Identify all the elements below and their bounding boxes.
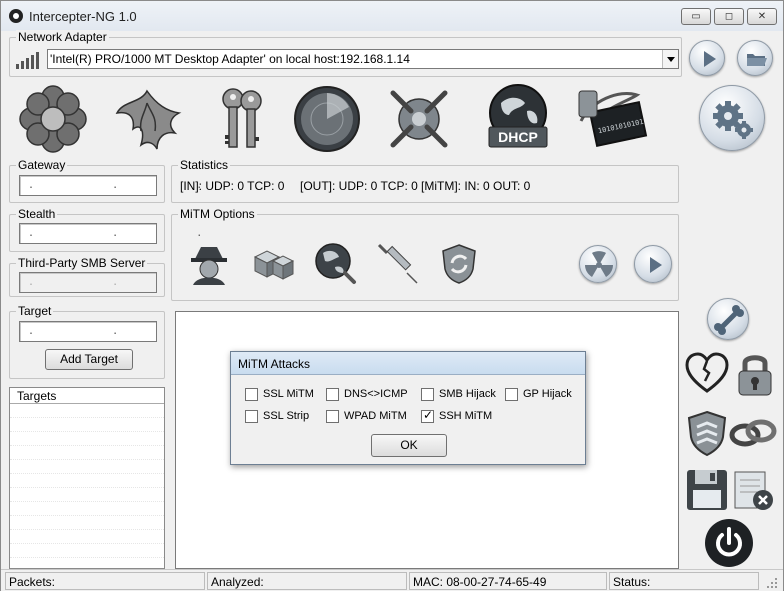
signal-strength-icon <box>16 52 39 69</box>
settings-button[interactable] <box>699 85 765 151</box>
power-icon <box>716 527 742 557</box>
option-label: SSL MiTM <box>263 388 314 400</box>
folder-icon <box>747 54 767 66</box>
target-ip-field[interactable]: . . . <box>19 321 202 342</box>
raw-mode-radar-icon[interactable] <box>291 83 363 155</box>
status-mac: MAC: 08-00-27-74-65-49 <box>409 572 607 590</box>
minimize-button[interactable]: ▭ <box>681 8 711 25</box>
dhcp-label: DHCP <box>498 129 538 145</box>
checkbox[interactable] <box>245 388 258 401</box>
list-item <box>10 432 164 446</box>
checkbox-checked[interactable]: ✓ <box>421 408 434 423</box>
option-label: GP Hijack <box>523 388 572 400</box>
main-window: Intercepter-NG 1.0 ▭ ◻ ✕ Network Adapter… <box>0 0 784 591</box>
list-item <box>10 530 164 544</box>
third-party-smb-label: Third-Party SMB Server <box>16 256 148 270</box>
list-item <box>10 418 164 432</box>
forensic-mode-icon[interactable]: 10101010101 <box>575 81 649 155</box>
play-icon <box>650 257 662 273</box>
option-label: SSH MiTM <box>439 410 493 422</box>
list-item <box>10 446 164 460</box>
messenger-mode-icon[interactable] <box>17 83 89 155</box>
resurrection-mode-icon[interactable] <box>111 83 183 155</box>
close-button[interactable]: ✕ <box>747 8 777 25</box>
scan-mode-icon[interactable] <box>383 83 455 155</box>
heartbleed-icon[interactable] <box>683 349 731 397</box>
checkbox[interactable] <box>326 388 339 401</box>
checkbox[interactable] <box>245 410 258 423</box>
open-pcap-button[interactable] <box>737 40 773 76</box>
list-item <box>10 488 164 502</box>
stealth-label: Stealth <box>16 207 58 221</box>
globe-search-icon[interactable] <box>313 241 357 285</box>
list-item <box>10 460 164 474</box>
gateway-ip-field[interactable]: . . . <box>19 175 202 196</box>
resize-grip-icon[interactable] <box>765 576 779 590</box>
mitm-options-label: MiTM Options <box>178 207 257 221</box>
list-item <box>10 544 164 558</box>
option-label: SMB Hijack <box>439 388 496 400</box>
stats-out: [OUT]: UDP: 0 TCP: 0 <box>300 179 418 193</box>
spy-icon[interactable] <box>187 241 231 285</box>
status-analyzed: Analyzed: <box>207 572 407 590</box>
stealth-ip-field[interactable]: . . . <box>19 223 202 244</box>
chevron-down-icon[interactable] <box>662 50 678 68</box>
checkbox[interactable] <box>505 388 518 401</box>
network-adapter-select[interactable]: 'Intel(R) PRO/1000 MT Desktop Adapter' o… <box>47 49 679 69</box>
maximize-button[interactable]: ◻ <box>714 8 744 25</box>
third-party-smb-ip-field[interactable]: . . . <box>19 272 202 293</box>
statistics-label: Statistics <box>178 158 231 172</box>
network-adapter-value: 'Intel(R) PRO/1000 MT Desktop Adapter' o… <box>50 52 410 66</box>
gateway-label: Gateway <box>16 158 68 172</box>
option-label: WPAD MiTM <box>344 410 407 422</box>
window-title: Intercepter-NG 1.0 <box>29 9 137 24</box>
exit-button[interactable] <box>705 519 753 567</box>
password-mode-icon[interactable] <box>205 83 277 155</box>
option-label: DNS<>ICMP <box>344 388 408 400</box>
syringe-icon[interactable] <box>375 241 419 285</box>
option-label: SSL Strip <box>263 410 310 422</box>
checkbox[interactable] <box>326 410 339 423</box>
list-item <box>10 404 164 418</box>
mitm-start-button[interactable] <box>634 245 672 283</box>
shield-icon[interactable] <box>683 409 731 457</box>
mitm-attacks-dialog: MiTM Attacks SSL MiTM DNS<>ICMP SMB Hija… <box>230 351 586 465</box>
status-text: Status: <box>609 572 759 590</box>
list-item <box>10 502 164 516</box>
checkmark-icon: ✓ <box>423 408 434 422</box>
app-logo-icon <box>9 9 23 23</box>
status-packets: Packets: <box>5 572 205 590</box>
ok-button[interactable]: OK <box>371 434 447 457</box>
target-label: Target <box>16 304 54 318</box>
targets-list-header: Targets <box>10 388 164 404</box>
play-icon <box>704 51 716 67</box>
nuke-button[interactable] <box>579 245 617 283</box>
dhcp-mode-icon[interactable]: DHCP <box>481 81 555 155</box>
targets-list[interactable]: Targets <box>9 387 165 569</box>
radiation-icon <box>585 251 613 277</box>
list-item <box>10 516 164 530</box>
status-bar: Packets: Analyzed: MAC: 08-00-27-74-65-4… <box>1 569 783 591</box>
add-target-button[interactable]: Add Target <box>45 349 133 370</box>
network-adapter-label: Network Adapter <box>16 30 109 44</box>
rings-icon[interactable] <box>729 409 777 457</box>
shield-refresh-icon[interactable] <box>437 241 481 285</box>
save-icon[interactable] <box>683 466 731 514</box>
title-bar: Intercepter-NG 1.0 ▭ ◻ ✕ <box>1 1 783 31</box>
dialog-title: MiTM Attacks <box>231 352 585 375</box>
lock-icon[interactable] <box>731 349 779 397</box>
list-item <box>10 474 164 488</box>
clear-log-icon[interactable] <box>729 466 777 514</box>
start-sniffing-button[interactable] <box>689 40 725 76</box>
stats-in: [IN]: UDP: 0 TCP: 0 <box>180 179 285 193</box>
tools-button[interactable] <box>707 298 749 340</box>
stats-mitm: [MiTM]: IN: 0 OUT: 0 <box>421 179 531 193</box>
gear-icon <box>713 101 753 139</box>
cubes-icon[interactable] <box>251 241 295 285</box>
checkbox[interactable] <box>421 388 434 401</box>
bone-icon <box>714 305 744 335</box>
